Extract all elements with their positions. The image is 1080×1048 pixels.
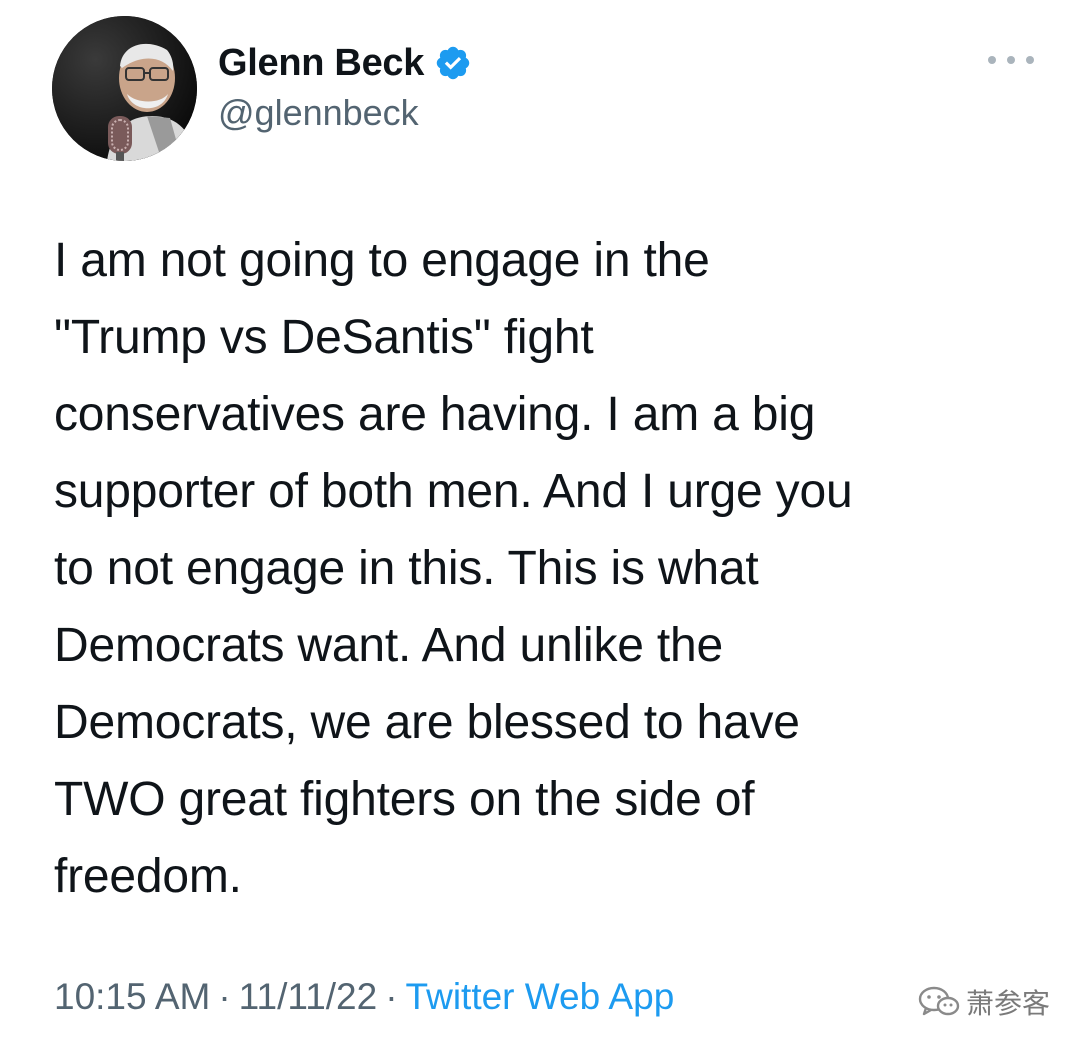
author-name-row: Glenn Beck bbox=[218, 36, 472, 90]
wechat-icon bbox=[918, 986, 960, 1016]
tweet-meta: 10:15 AM · 11/11/22 · Twitter Web App bbox=[54, 976, 674, 1018]
more-options-icon[interactable] bbox=[988, 48, 1034, 72]
tweet-card: Glenn Beck @glennbeck I am not going to … bbox=[0, 0, 1080, 1048]
watermark: 萧参客 bbox=[918, 982, 1050, 1022]
author-display-name[interactable]: Glenn Beck bbox=[218, 42, 424, 85]
tweet-time[interactable]: 10:15 AM bbox=[54, 976, 210, 1017]
dot bbox=[1007, 56, 1015, 64]
tweet-source-link[interactable]: Twitter Web App bbox=[406, 976, 675, 1017]
avatar[interactable] bbox=[52, 16, 197, 161]
tweet-text: I am not going to engage in the "Trump v… bbox=[54, 234, 853, 903]
verified-badge-icon bbox=[434, 44, 472, 82]
meta-separator: · bbox=[218, 976, 231, 1017]
dot bbox=[1026, 56, 1034, 64]
tweet-date[interactable]: 11/11/22 bbox=[239, 976, 378, 1017]
meta-separator: · bbox=[385, 976, 398, 1017]
author-handle[interactable]: @glennbeck bbox=[218, 92, 419, 134]
dot bbox=[988, 56, 996, 64]
watermark-text: 萧参客 bbox=[966, 988, 1051, 1019]
profile-photo-icon bbox=[52, 16, 197, 161]
